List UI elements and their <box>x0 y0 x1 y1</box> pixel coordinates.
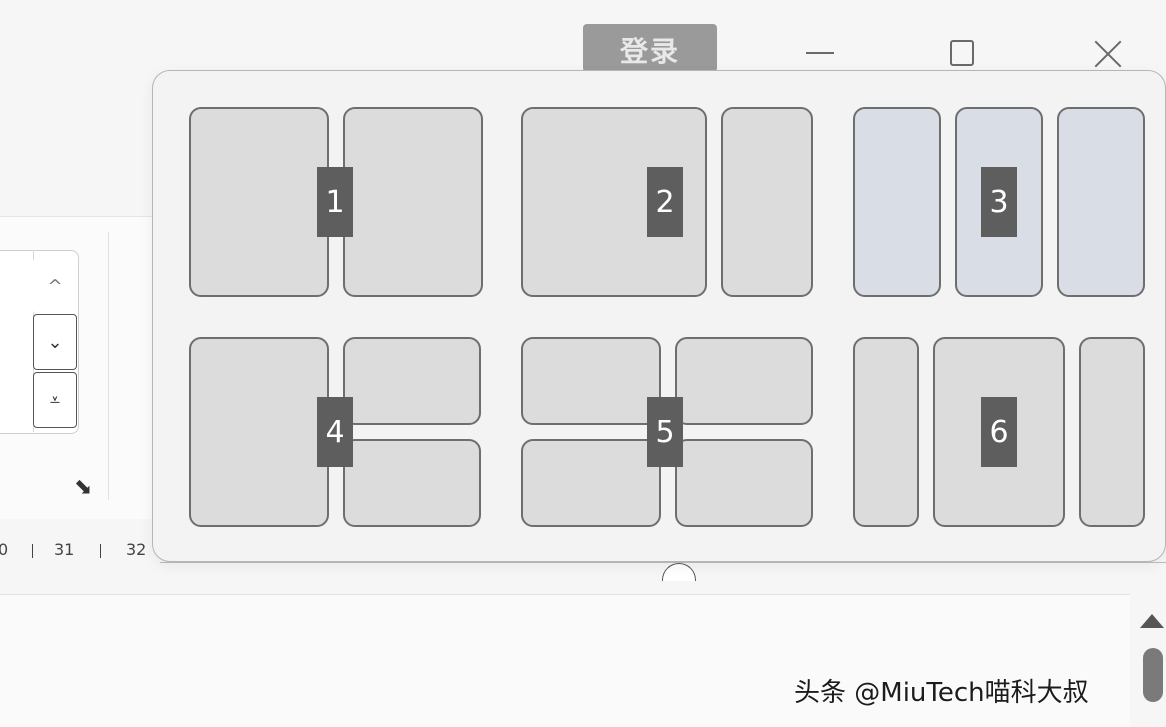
ruler-label: 32 <box>126 540 147 559</box>
snap-zone[interactable] <box>343 337 481 425</box>
layout-number: 6 <box>981 397 1017 467</box>
snap-zone[interactable] <box>521 337 661 425</box>
snap-zone[interactable] <box>853 337 919 527</box>
layout-number: 3 <box>981 167 1017 237</box>
snap-zone[interactable] <box>721 107 813 297</box>
scroll-up-arrow-icon[interactable] <box>1140 614 1164 628</box>
ruler-tick <box>100 544 101 558</box>
layout-number: 1 <box>317 167 353 237</box>
close-icon[interactable] <box>1092 38 1124 70</box>
ruler-line <box>160 562 1166 563</box>
snap-zone[interactable] <box>343 107 483 297</box>
scroll-down-button[interactable]: ⌄ <box>33 314 77 370</box>
snap-zone[interactable] <box>521 439 661 527</box>
snap-zone[interactable] <box>675 439 813 527</box>
snap-zone[interactable] <box>189 337 329 527</box>
ribbon-separator <box>108 232 109 500</box>
ruler-label: 31 <box>54 540 75 559</box>
login-button[interactable]: 登录 <box>583 24 717 72</box>
snap-layouts-flyout: 1 2 3 4 5 6 <box>152 70 1166 562</box>
maximize-icon[interactable] <box>950 40 974 66</box>
scrollbar-thumb[interactable] <box>1143 648 1163 702</box>
scroll-up-button[interactable]: ^ <box>33 258 77 314</box>
snap-zone[interactable] <box>675 337 813 425</box>
expand-gallery-button[interactable]: ⩡ <box>33 372 77 428</box>
layout-number: 2 <box>647 167 683 237</box>
watermark: 头条 @MiuTech喵科大叔 <box>794 678 1089 708</box>
ruler-tick <box>32 544 33 558</box>
minimize-icon[interactable] <box>806 52 834 54</box>
ruler-label: 0 <box>0 540 9 559</box>
dialog-launcher-icon[interactable]: ⬊ <box>74 476 98 500</box>
snap-zone[interactable] <box>189 107 329 297</box>
layout-number: 4 <box>317 397 353 467</box>
snap-zone[interactable] <box>1057 107 1145 297</box>
snap-zone[interactable] <box>853 107 941 297</box>
layout-number: 5 <box>647 397 683 467</box>
snap-zone[interactable] <box>1079 337 1145 527</box>
snap-zone[interactable] <box>343 439 481 527</box>
